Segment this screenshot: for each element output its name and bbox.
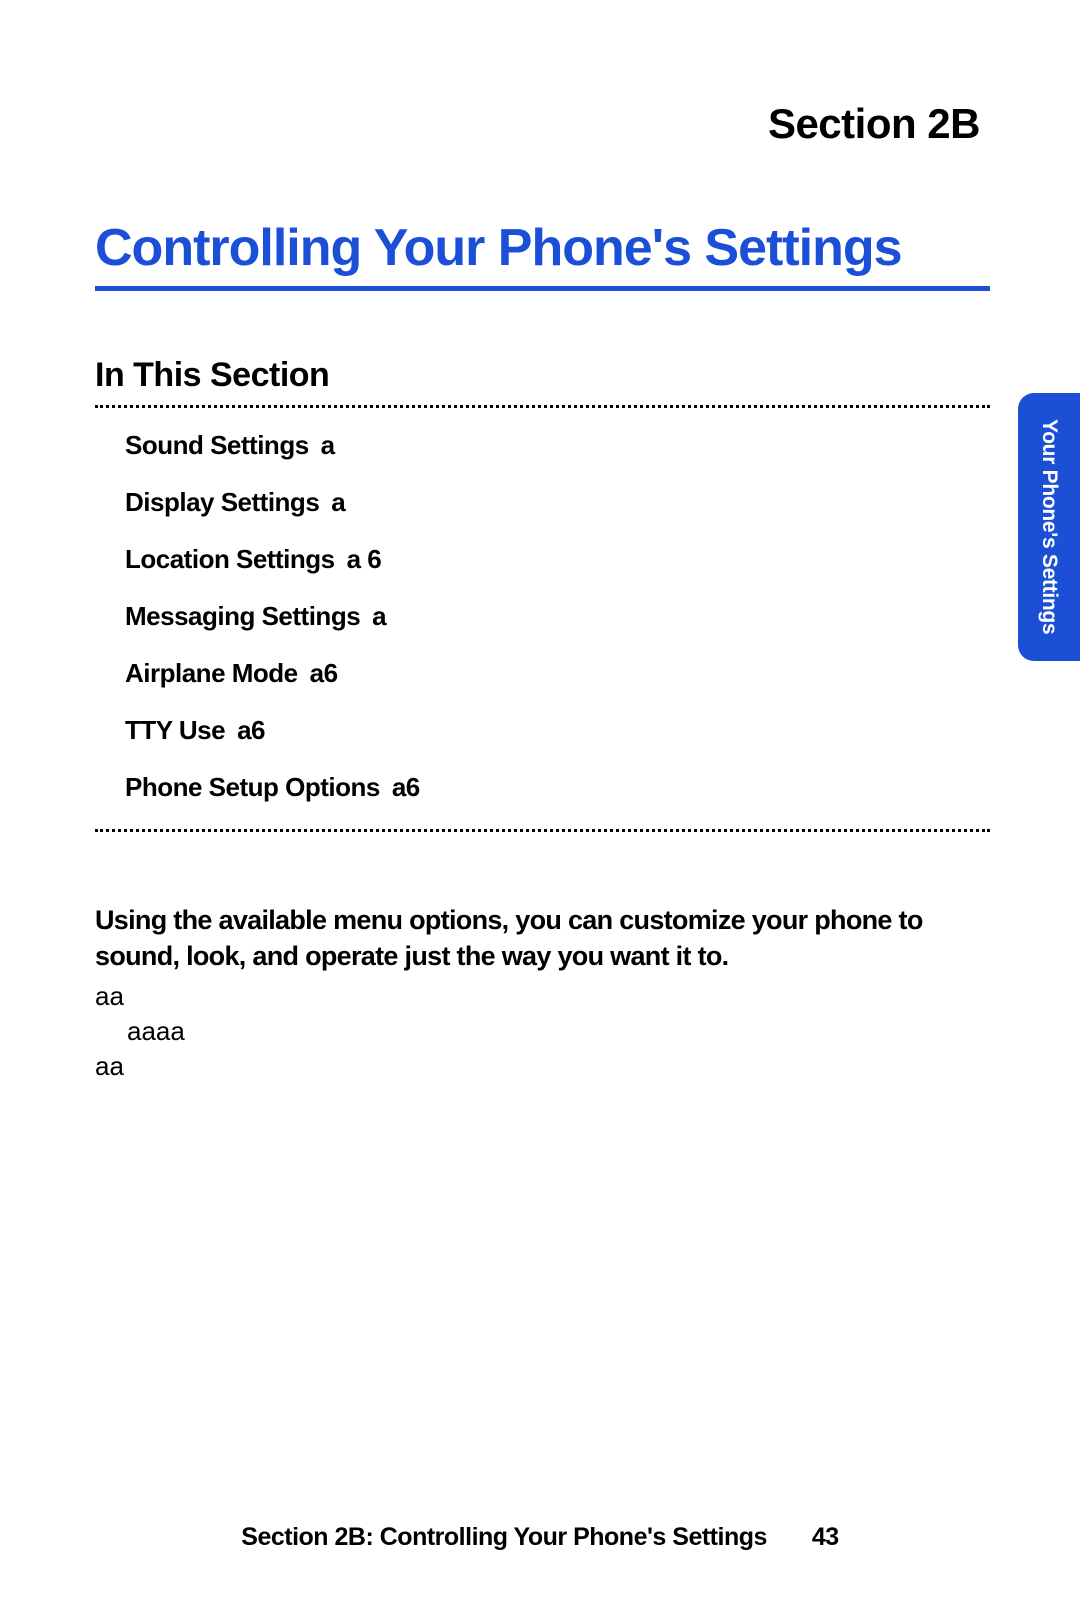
toc-suffix: a6 (310, 658, 338, 688)
body-intro: Using the available menu options, you ca… (95, 902, 990, 975)
toc-item: Phone Setup Options a6 (125, 772, 990, 803)
dotted-divider-bottom (95, 829, 990, 832)
dotted-divider-top (95, 405, 990, 408)
toc-item: Messaging Settings a (125, 601, 990, 632)
toc-suffix: a (331, 487, 345, 517)
footer-text: Section 2B: Controlling Your Phone's Set… (241, 1523, 767, 1551)
toc-label: Phone Setup Options (125, 772, 380, 802)
toc-label: Location Settings (125, 544, 335, 574)
toc-label: TTY Use (125, 715, 225, 745)
toc-suffix: a (372, 601, 386, 631)
body-extra-line: aa (95, 979, 990, 1014)
toc-label: Messaging Settings (125, 601, 360, 631)
toc-item: Display Settings a (125, 487, 990, 518)
toc-suffix: a 6 (347, 544, 382, 574)
toc-suffix: a (321, 430, 335, 460)
toc-label: Display Settings (125, 487, 319, 517)
title-underline (95, 286, 990, 291)
footer-page-number: 43 (812, 1523, 839, 1551)
side-tab: Your Phone's Settings (1018, 393, 1080, 661)
body-extra-line: aa (95, 1049, 990, 1084)
page-footer: Section 2B: Controlling Your Phone's Set… (0, 1523, 1080, 1552)
side-tab-label: Your Phone's Settings (1037, 419, 1061, 634)
toc-item: Location Settings a 6 (125, 544, 990, 575)
toc-label: Airplane Mode (125, 658, 298, 688)
toc-label: Sound Settings (125, 430, 309, 460)
toc-item: Sound Settings a (125, 430, 990, 461)
toc-item: Airplane Mode a6 (125, 658, 990, 689)
page-title: Controlling Your Phone's Settings (95, 218, 990, 278)
toc-item: TTY Use a6 (125, 715, 990, 746)
toc-list: Sound Settingsa Display Settingsa Locati… (95, 430, 990, 803)
subsection-heading: In This Section (95, 356, 990, 395)
section-label: Section 2B (95, 100, 990, 148)
toc-suffix: a6 (392, 772, 420, 802)
toc-suffix: a6 (237, 715, 265, 745)
body-extra-line: aaaa (95, 1014, 990, 1049)
